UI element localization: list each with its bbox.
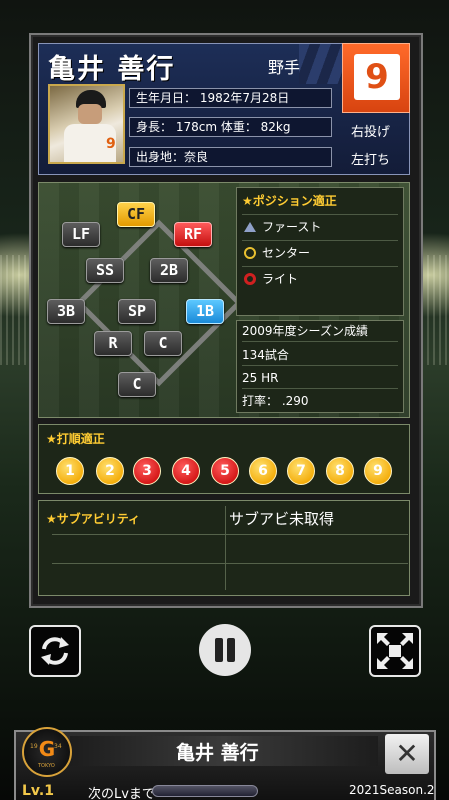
hometown-row: 出身地：奈良 bbox=[129, 147, 332, 167]
fullscreen-button[interactable] bbox=[369, 625, 421, 677]
circle-yellow-icon bbox=[244, 247, 256, 259]
team-logo: 19 G 34 TOKYO bbox=[22, 727, 72, 777]
batting-order-3: 3 bbox=[133, 457, 161, 485]
birthday-row: 生年月日： 1982年7月28日 bbox=[129, 88, 332, 108]
position-lf-button[interactable]: LF bbox=[62, 222, 100, 247]
refresh-button[interactable] bbox=[29, 625, 81, 677]
throwing-hand: 右投げ bbox=[351, 125, 391, 140]
photo-face bbox=[78, 104, 102, 124]
aptitude-label: ライト bbox=[262, 272, 299, 286]
sub-ability-value: サブアビ未取得 bbox=[229, 510, 335, 528]
sub-ability-line bbox=[52, 534, 408, 535]
aptitude-label: ファースト bbox=[262, 220, 322, 234]
player-name: 亀井 善行 bbox=[48, 54, 176, 85]
aptitude-row: ライト bbox=[242, 266, 398, 290]
batting-order-1: 1 bbox=[56, 457, 84, 485]
sub-ability-divider bbox=[225, 506, 226, 590]
exp-progress-bar bbox=[152, 785, 258, 797]
batting-order-7: 7 bbox=[287, 457, 315, 485]
triangle-icon bbox=[244, 222, 256, 232]
level-label: Lv.1 bbox=[22, 783, 54, 799]
aptitude-row: センター bbox=[242, 240, 398, 264]
uniform-number: 9 bbox=[354, 54, 400, 100]
position-2b-button[interactable]: 2B bbox=[150, 258, 188, 283]
position-ss-button[interactable]: SS bbox=[86, 258, 124, 283]
player-position: 野手 bbox=[268, 58, 301, 77]
season-avg: 打率： .290 bbox=[242, 394, 309, 408]
sub-ability-line bbox=[52, 563, 408, 564]
aptitude-row: ファースト bbox=[242, 214, 398, 238]
close-button[interactable]: ✕ bbox=[385, 734, 429, 774]
batting-side: 左打ち bbox=[351, 153, 391, 168]
close-icon: ✕ bbox=[395, 737, 419, 770]
position-cp-button[interactable]: C bbox=[144, 331, 182, 356]
batting-order-5: 5 bbox=[211, 457, 239, 485]
position-rp-button[interactable]: R bbox=[94, 331, 132, 356]
position-cf-button[interactable]: CF bbox=[117, 202, 155, 227]
batting-order-9: 9 bbox=[364, 457, 392, 485]
bottom-player-name: 亀井 善行 bbox=[176, 742, 259, 764]
season-games: 134試合 bbox=[242, 344, 398, 366]
logo-year-right: 34 bbox=[54, 743, 62, 750]
aptitude-title: ★ポジション適正 bbox=[242, 194, 337, 208]
logo-city: TOKYO bbox=[38, 763, 55, 769]
uniform-number-box: 9 bbox=[342, 43, 410, 113]
body-row: 身長： 178cm 体重： 82kg bbox=[129, 117, 332, 137]
aptitude-label: センター bbox=[262, 246, 311, 260]
position-c-button[interactable]: C bbox=[118, 372, 156, 397]
batting-order-6: 6 bbox=[249, 457, 277, 485]
batting-order-4: 4 bbox=[172, 457, 200, 485]
player-photo: 9 bbox=[48, 84, 125, 164]
season-title: 2009年度シーズン成績 bbox=[242, 320, 398, 342]
batting-order-8: 8 bbox=[326, 457, 354, 485]
fullscreen-icon bbox=[377, 633, 413, 669]
photo-number: 9 bbox=[106, 136, 116, 152]
position-sp-button[interactable]: SP bbox=[118, 299, 156, 324]
refresh-icon bbox=[41, 637, 69, 665]
pause-button[interactable] bbox=[199, 624, 251, 676]
season-hr: 25 HR bbox=[242, 367, 398, 389]
logo-year-left: 19 bbox=[30, 743, 38, 750]
position-1b-button[interactable]: 1B bbox=[186, 299, 224, 324]
circle-red-icon bbox=[244, 273, 256, 285]
season-label: 2021Season.2 bbox=[349, 783, 435, 797]
position-rf-button[interactable]: RF bbox=[174, 222, 212, 247]
sub-ability-title: ★サブアビリティ bbox=[46, 512, 141, 526]
position-3b-button[interactable]: 3B bbox=[47, 299, 85, 324]
next-level-label: 次のLvまで bbox=[88, 787, 155, 800]
batting-order-2: 2 bbox=[96, 457, 124, 485]
batting-order-title: ★打順適正 bbox=[46, 432, 105, 446]
